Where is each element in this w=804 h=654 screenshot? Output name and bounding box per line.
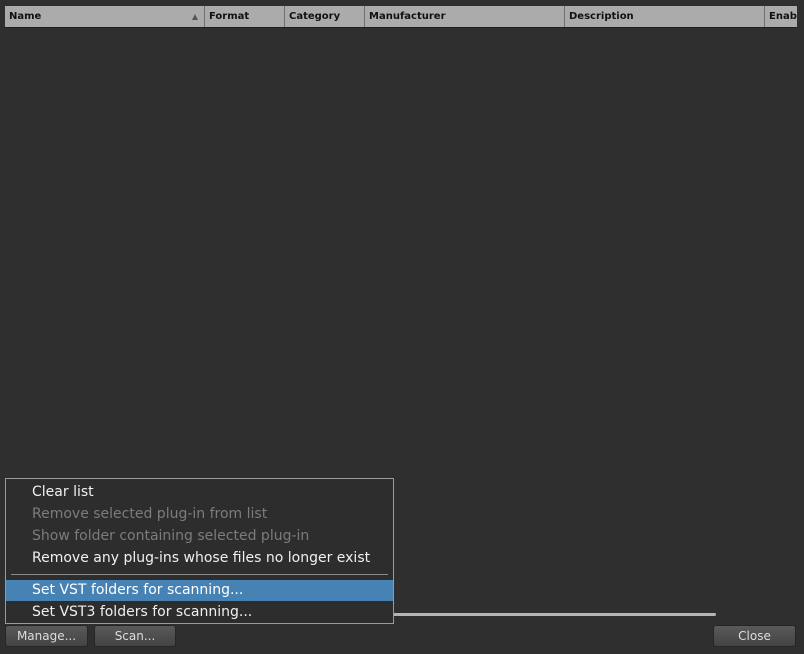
column-header-format[interactable]: Format [205, 6, 285, 27]
scan-button[interactable]: Scan... [94, 625, 176, 647]
menu-item-set-vst-folders[interactable]: Set VST folders for scanning... [6, 580, 393, 601]
menu-item-show-folder: Show folder containing selected plug-in [32, 528, 310, 544]
menu-item-remove-missing[interactable]: Remove any plug-ins whose files no longe… [6, 548, 393, 569]
column-header-manufacturer[interactable]: Manufacturer [365, 6, 565, 27]
plugin-list-area[interactable] [5, 28, 797, 478]
column-header-enabled[interactable]: Enabl [765, 6, 797, 27]
sort-ascending-icon [192, 14, 198, 20]
menu-separator [11, 574, 388, 575]
column-header-description[interactable]: Description [565, 6, 765, 27]
menu-item-set-vst3-folders[interactable]: Set VST3 folders for scanning... [6, 602, 393, 623]
column-header-category[interactable]: Category [285, 6, 365, 27]
table-header: Name Format Category Manufacturer Descri… [5, 6, 797, 28]
menu-item-clear-list[interactable]: Clear list [6, 482, 393, 503]
column-header-name[interactable]: Name [5, 6, 205, 27]
menu-item-remove-selected: Remove selected plug-in from list [32, 506, 268, 522]
manage-button[interactable]: Manage... [5, 625, 88, 647]
scan-progress-bar [392, 613, 716, 616]
close-button[interactable]: Close [713, 625, 796, 647]
manage-menu: Clear list Remove selected plug-in from … [5, 478, 394, 624]
